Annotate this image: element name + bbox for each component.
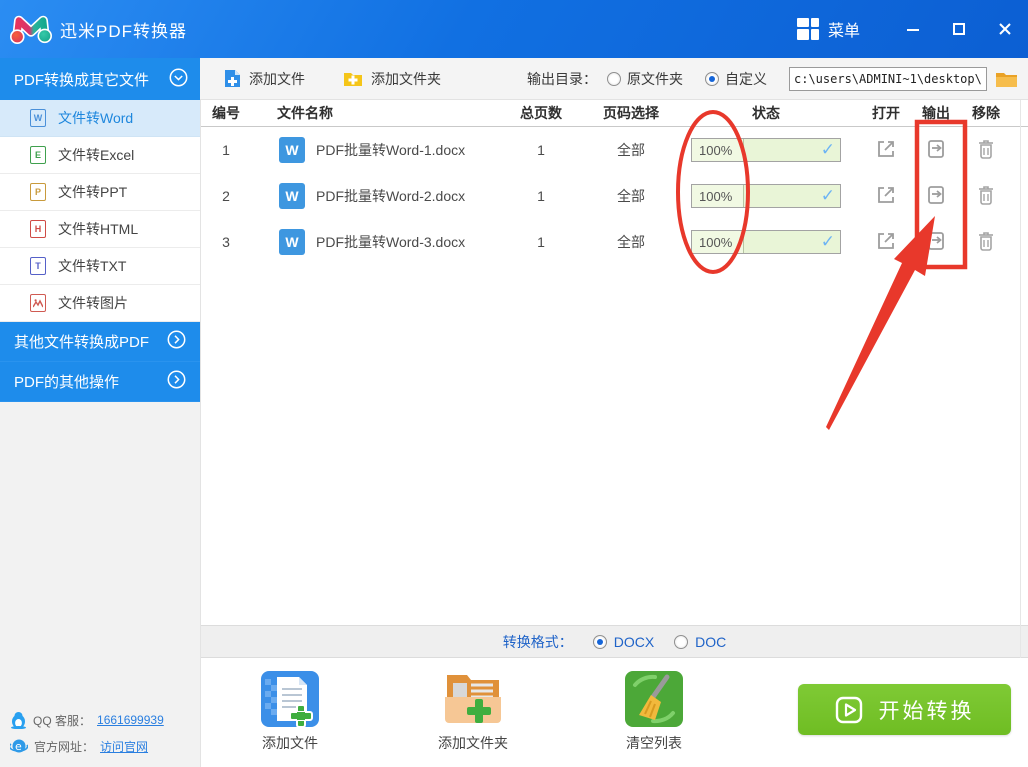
file-list-panel: 编号 文件名称 总页数 页码选择 状态 打开 输出 移除 1 W PDF批量转W… [200,100,1028,767]
titlebar: 迅米PDF转换器 菜单 [0,0,1028,58]
clear-list-big-icon [625,671,683,727]
sidebar-header[interactable]: PDF转换成其它文件 [0,58,200,100]
menu-grid-icon [796,18,819,40]
radio-selected-icon [705,71,719,86]
format-bar: 转换格式： DOCX DOC [201,625,1028,658]
toolbar: 添加文件 添加文件夹 输出目录： 原文件夹 自定义 [200,58,1028,100]
done-check-icon: ✓ [820,140,835,159]
clear-list-big-button[interactable]: 清空列表 [617,671,691,753]
menu-button[interactable]: 菜单 [796,17,860,41]
minimize-button[interactable] [890,10,936,48]
close-icon [999,23,1011,35]
website-link[interactable]: 访问官网 [100,738,148,755]
progress-bar: 100% ✓ [691,184,841,208]
open-output-icon[interactable] [925,138,947,163]
add-file-button[interactable]: 添加文件 [224,69,305,89]
maximize-icon [953,23,965,35]
delete-icon[interactable] [976,138,996,163]
sidebar-item-word[interactable]: W 文件转Word [0,100,200,137]
add-file-icon [225,70,240,87]
radio-selected-icon [592,634,607,649]
radio-doc[interactable]: DOC [674,634,726,650]
done-check-icon: ✓ [820,186,835,205]
qq-icon [11,712,26,729]
chevron-right-circle-icon [167,330,186,353]
chevron-down-circle-icon [169,68,188,91]
ppt-doc-icon: P [30,183,46,201]
html-doc-icon: H [30,220,46,238]
open-file-icon[interactable] [875,184,897,209]
app-title: 迅米PDF转换器 [60,21,187,41]
add-file-big-icon [261,671,319,727]
table-header: 编号 文件名称 总页数 页码选择 状态 打开 输出 移除 [201,100,1028,127]
output-dir-label: 输出目录： [527,70,597,87]
play-icon [835,696,862,723]
open-file-icon[interactable] [875,230,897,255]
minimize-icon [907,29,919,31]
image-icon [30,294,46,312]
sidebar-section-pdf-ops[interactable]: PDF的其他操作 [0,362,200,402]
folder-icon [996,72,1017,87]
sidebar-item-txt[interactable]: T 文件转TXT [0,248,200,285]
page-range[interactable]: 全部 [591,140,671,160]
word-file-badge: W [279,137,305,163]
file-name: PDF批量转Word-3.docx [316,234,466,250]
chevron-right-circle-icon [167,370,186,393]
website-icon: e [10,739,28,753]
open-output-icon[interactable] [925,230,947,255]
add-file-big-button[interactable]: 添加文件 [253,671,327,753]
file-name: PDF批量转Word-1.docx [316,142,466,158]
bottom-action-bar: 添加文件 添加文件夹 清空列表 开始转换 [201,658,1028,767]
radio-icon [607,71,621,86]
sidebar-panel: QQ 客服： 1661699939 e 官方网址： 访问官网 [0,402,200,767]
radio-original-folder[interactable]: 原文件夹 [607,69,683,89]
table-row: 1 W PDF批量转Word-1.docx 1 全部 100% ✓ [201,127,1028,173]
browse-folder-button[interactable] [995,70,1018,88]
table-row: 2 W PDF批量转Word-2.docx 1 全部 100% ✓ [201,173,1028,219]
file-name: PDF批量转Word-2.docx [316,188,466,204]
progress-bar: 100% ✓ [691,230,841,254]
add-folder-big-button[interactable]: 添加文件夹 [436,671,510,753]
add-folder-button[interactable]: 添加文件夹 [343,69,441,89]
table-row: 3 W PDF批量转Word-3.docx 1 全部 100% ✓ [201,219,1028,265]
sidebar-section-to-pdf[interactable]: 其他文件转换成PDF [0,322,200,362]
qq-number-link[interactable]: 1661699939 [97,713,164,727]
format-label: 转换格式： [502,633,573,650]
page-range[interactable]: 全部 [591,232,671,252]
excel-doc-icon: E [30,146,46,164]
qq-service-label: QQ 客服： [33,713,92,728]
delete-icon[interactable] [976,184,996,209]
txt-doc-icon: T [30,257,46,275]
add-folder-icon [344,73,362,86]
open-file-icon[interactable] [875,138,897,163]
add-folder-big-icon [445,675,501,723]
radio-docx[interactable]: DOCX [592,634,654,650]
word-file-badge: W [279,183,305,209]
sidebar-item-html[interactable]: H 文件转HTML [0,211,200,248]
list-empty-area [201,265,1028,625]
delete-icon[interactable] [976,230,996,255]
sidebar-item-excel[interactable]: E 文件转Excel [0,137,200,174]
app-logo-icon [10,6,52,53]
maximize-button[interactable] [936,10,982,48]
sidebar: W 文件转Word E 文件转Excel P 文件转PPT H 文件转HTML … [0,100,200,767]
word-file-badge: W [279,229,305,255]
sidebar-item-image[interactable]: 文件转图片 [0,285,200,322]
radio-icon [674,634,689,649]
radio-custom[interactable]: 自定义 [705,69,767,89]
sidebar-item-ppt[interactable]: P 文件转PPT [0,174,200,211]
website-label: 官方网址： [34,739,95,754]
word-doc-icon: W [30,109,46,127]
progress-bar: 100% ✓ [691,138,841,162]
page-range[interactable]: 全部 [591,186,671,206]
start-convert-button[interactable]: 开始转换 [798,684,1011,735]
close-button[interactable] [982,10,1028,48]
output-path-input[interactable] [789,66,987,91]
open-output-icon[interactable] [925,184,947,209]
done-check-icon: ✓ [820,232,835,251]
scrollbar[interactable] [1020,100,1021,658]
